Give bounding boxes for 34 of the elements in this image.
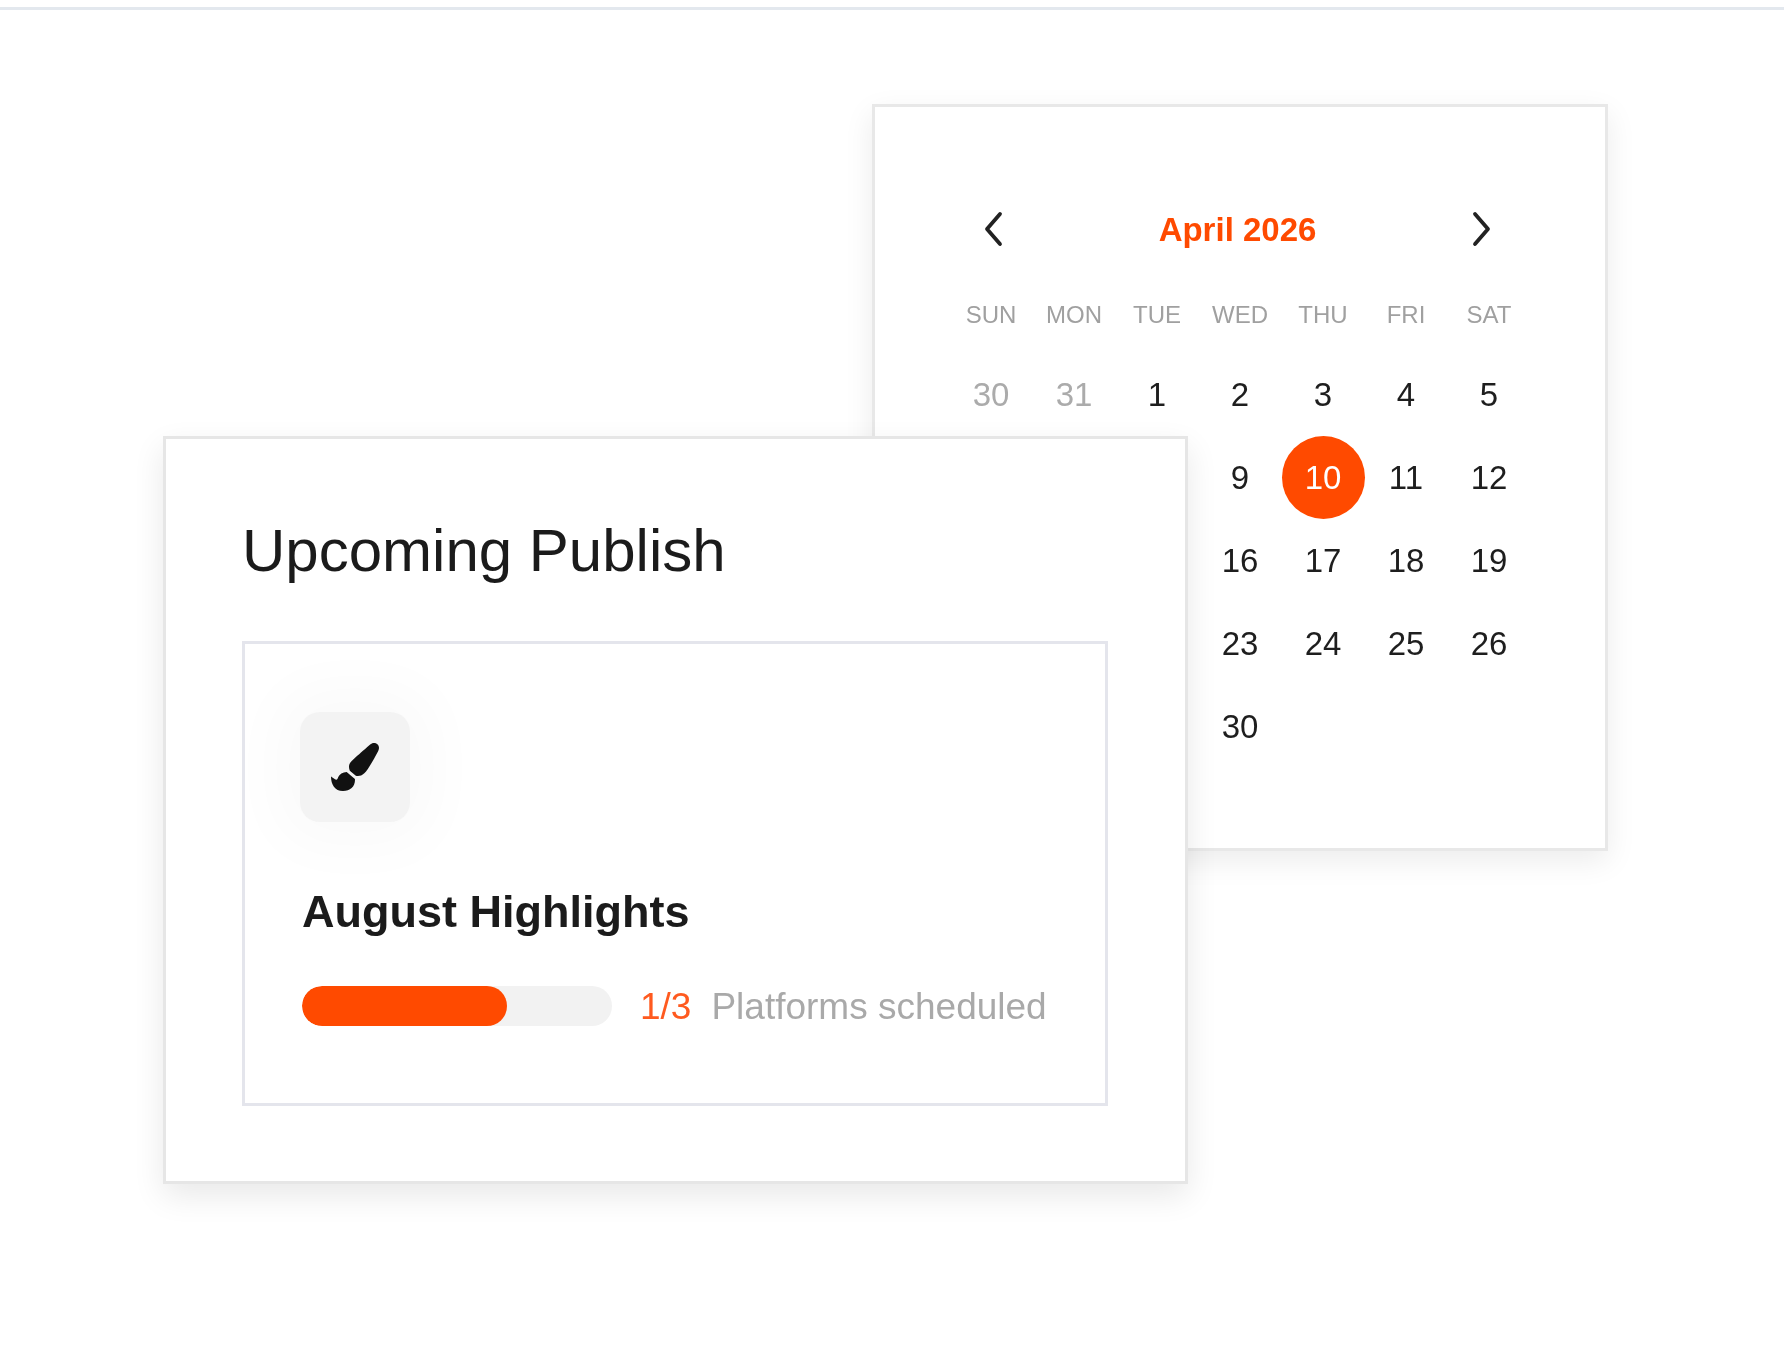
weekday-label: FRI [1386,303,1426,327]
chevron-right-icon [1472,211,1492,247]
calendar-day[interactable]: 11 [1364,436,1448,519]
chevron-left-icon [983,211,1003,247]
previous-month-button[interactable] [983,211,1003,247]
calendar-day[interactable]: 19 [1447,519,1531,602]
calendar-day[interactable]: 26 [1447,602,1531,685]
paintbrush-icon [300,712,410,822]
calendar-day[interactable]: 4 [1364,353,1448,436]
calendar-day[interactable]: 1 [1115,353,1199,436]
calendar-day[interactable]: 30 [1198,685,1282,768]
weekday-label: SUN [965,303,1017,327]
calendar-day[interactable]: 18 [1364,519,1448,602]
calendar-day[interactable]: 17 [1281,519,1365,602]
calendar-day[interactable]: 12 [1447,436,1531,519]
progress-label: Platforms scheduled [711,987,1047,1025]
calendar-day[interactable]: 5 [1447,353,1531,436]
weekday-label: WED [1212,303,1268,327]
calendar-day[interactable]: 9 [1198,436,1282,519]
calendar-day[interactable]: 23 [1198,602,1282,685]
weekday-label: THU [1298,303,1348,327]
calendar-day[interactable]: 2 [1198,353,1282,436]
card-title: Upcoming Publish [242,521,726,581]
weekday-label: TUE [1133,303,1181,327]
progress-count: 1/3 [640,987,692,1025]
next-month-button[interactable] [1472,211,1492,247]
weekday-label: MON [1046,303,1102,327]
month-title: April 2026 [1158,212,1317,246]
item-title: August Highlights [302,889,690,934]
calendar-day[interactable]: 3 [1281,353,1365,436]
weekday-label: SAT [1466,303,1512,327]
calendar-day[interactable]: 24 [1281,602,1365,685]
calendar-day[interactable]: 16 [1198,519,1282,602]
calendar-day[interactable]: 25 [1364,602,1448,685]
